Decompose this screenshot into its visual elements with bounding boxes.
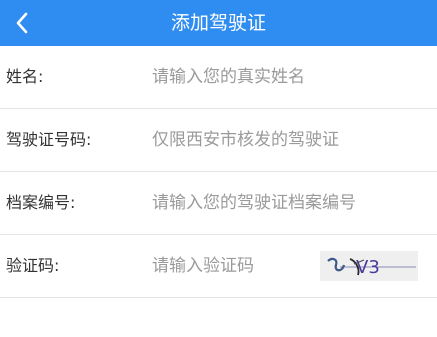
- chevron-left-icon: [16, 12, 28, 34]
- captcha-image[interactable]: V3: [320, 251, 418, 281]
- file-number-input[interactable]: [150, 186, 422, 220]
- page-title: 添加驾驶证: [170, 12, 266, 34]
- back-button[interactable]: [0, 0, 44, 46]
- captcha-label: 验证码:: [6, 256, 60, 275]
- captcha-text: V3: [356, 257, 380, 278]
- name-label: 姓名:: [6, 67, 44, 86]
- add-driver-license-screen: 添加驾驶证 姓名: 驾驶证号码: 档案编号: 验证码: V3: [0, 0, 437, 337]
- captcha-row: 验证码: V3: [0, 235, 437, 298]
- license-number-row: 驾驶证号码:: [0, 109, 437, 172]
- name-input[interactable]: [150, 60, 422, 94]
- file-number-row: 档案编号:: [0, 172, 437, 235]
- captcha-input[interactable]: [150, 249, 302, 283]
- license-number-input[interactable]: [150, 123, 422, 157]
- file-number-label: 档案编号:: [6, 193, 76, 212]
- license-number-label: 驾驶证号码:: [6, 130, 92, 149]
- name-row: 姓名:: [0, 46, 437, 109]
- top-bar: 添加驾驶证: [0, 0, 437, 46]
